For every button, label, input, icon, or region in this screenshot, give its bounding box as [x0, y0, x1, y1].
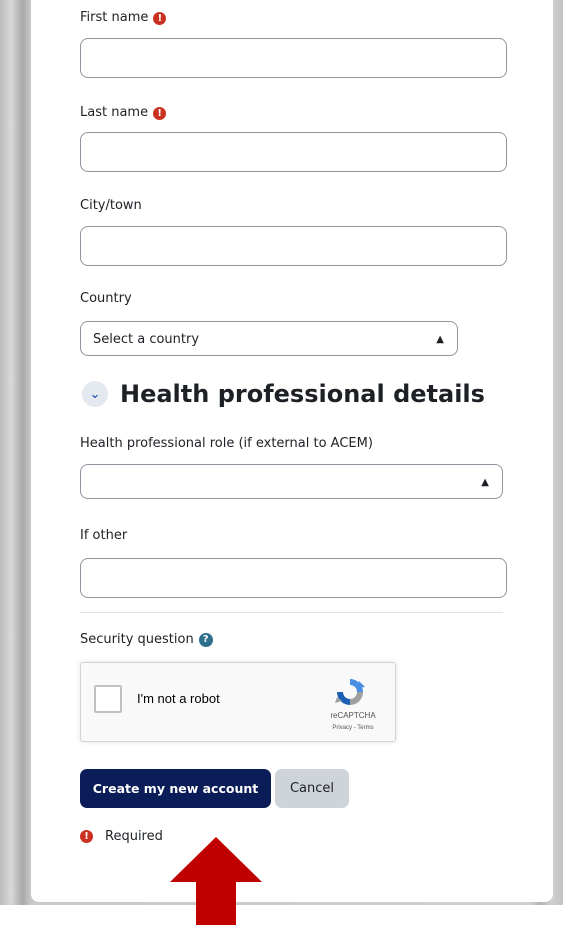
- recaptcha-logo-icon: [335, 679, 365, 705]
- hp-role-label-text: Health professional role (if external to…: [80, 436, 373, 451]
- recaptcha-label: I'm not a robot: [137, 691, 220, 706]
- security-question-label-text: Security question: [80, 632, 194, 647]
- country-label: Country: [80, 291, 132, 307]
- required-legend-text: Required: [105, 829, 163, 844]
- required-icon: !: [153, 11, 167, 25]
- chevron-down-icon[interactable]: ⌄: [82, 381, 108, 407]
- security-question-label: Security question ?: [80, 632, 213, 648]
- recaptcha-links[interactable]: Privacy - Terms: [317, 725, 389, 731]
- section-title: Health professional details: [120, 380, 485, 408]
- hp-role-label: Health professional role (if external to…: [80, 436, 373, 452]
- create-account-button[interactable]: Create my new account: [80, 769, 271, 808]
- first-name-label-text: First name: [80, 10, 149, 25]
- recaptcha-widget: I'm not a robot reCAPTCHA Privacy - Term…: [80, 662, 396, 742]
- required-legend: ! Required: [80, 829, 163, 844]
- if-other-label: If other: [80, 528, 127, 544]
- first-name-label: First name !: [80, 10, 167, 26]
- sort-caret-icon: ▲: [436, 334, 444, 345]
- sort-caret-icon: ▲: [481, 477, 489, 488]
- country-select[interactable]: Select a country ▲: [80, 321, 458, 356]
- hp-role-select[interactable]: ▲: [80, 464, 503, 499]
- if-other-input[interactable]: [80, 558, 507, 598]
- red-arrow-up-icon: [170, 837, 262, 925]
- recaptcha-brand: reCAPTCHA: [330, 711, 376, 720]
- cancel-button[interactable]: Cancel: [275, 769, 349, 808]
- city-label: City/town: [80, 198, 142, 214]
- country-select-value: Select a country: [93, 332, 200, 347]
- country-label-text: Country: [80, 291, 132, 306]
- city-input[interactable]: [80, 226, 507, 266]
- if-other-label-text: If other: [80, 528, 128, 543]
- required-icon: !: [153, 106, 167, 120]
- divider: [80, 612, 503, 613]
- question-circle-icon[interactable]: ?: [198, 633, 213, 647]
- recaptcha-checkbox[interactable]: [94, 685, 122, 713]
- city-label-text: City/town: [80, 198, 142, 213]
- required-icon: !: [80, 830, 93, 843]
- health-professional-section-header[interactable]: ⌄ Health professional details: [82, 380, 485, 408]
- first-name-input[interactable]: [80, 38, 507, 78]
- last-name-label-text: Last name: [80, 105, 149, 120]
- last-name-input[interactable]: [80, 132, 507, 172]
- last-name-label: Last name !: [80, 105, 167, 121]
